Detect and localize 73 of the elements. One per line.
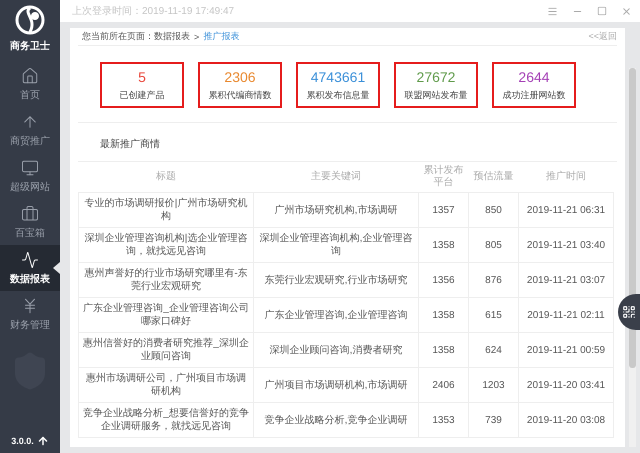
table-cell: 东莞行业宏观研究,行业市场研究 [254, 262, 418, 298]
column-header: 主要关键词 [254, 162, 418, 192]
stat-value: 5 [138, 68, 146, 84]
stat-value: 2644 [518, 68, 550, 84]
stat-label: 累积发布信息量 [306, 88, 370, 102]
table-cell: 624 [468, 332, 518, 368]
nav-icon [21, 158, 39, 176]
sidebar-item[interactable]: 数据报表 [0, 245, 60, 291]
scrollbar[interactable] [629, 68, 636, 447]
upgrade-icon[interactable] [36, 435, 49, 447]
sidebar-item[interactable]: 商贸推广 [0, 107, 60, 153]
table-cell: 2019-11-21 00:59 [518, 332, 614, 368]
table-cell: 惠州市场调研公司，广州项目市场调研机构 [78, 368, 254, 402]
table-cell: 2019-11-21 06:31 [518, 192, 614, 228]
sidebar-item[interactable]: 百宝箱 [0, 199, 60, 245]
stat-label: 联盟网站发布量 [404, 88, 468, 102]
table-cell: 2019-11-20 03:08 [518, 402, 614, 438]
back-link[interactable]: <<返回 [588, 30, 617, 43]
table-cell: 2406 [418, 368, 468, 402]
table-cell: 惠州信誉好的消费者研究推荐_深圳企业顾问咨询 [78, 332, 254, 368]
section-title: 最新推广商情 [78, 123, 617, 162]
table-cell: 竞争企业战略分析_想要信誉好的竞争企业调研服务，就找远见咨询 [78, 402, 254, 438]
table-cell: 1203 [468, 368, 518, 402]
stat-label: 已创建产品 [120, 88, 164, 102]
table-cell: 850 [468, 192, 518, 228]
column-header: 预估流量 [468, 162, 518, 192]
nav-icon [21, 250, 39, 268]
stat-value: 2306 [224, 68, 256, 84]
column-header: 推广时间 [518, 162, 614, 192]
table-cell: 1358 [418, 332, 468, 368]
table-cell: 615 [468, 298, 518, 332]
table-cell: 876 [468, 262, 518, 298]
table-cell: 深圳企业管理咨询机构|选企业管理咨询，就找远见咨询 [78, 228, 254, 262]
table-cell: 2019-11-21 03:40 [518, 228, 614, 262]
table-cell: 广东企业管理咨询_企业管理咨询公司哪家口碑好 [78, 298, 254, 332]
selection-pointer [53, 262, 60, 274]
table-cell: 竞争企业战略分析,竞争企业调研 [254, 402, 418, 438]
sidebar-item[interactable]: 首页 [0, 61, 60, 107]
last-login-text: 上次登录时间：2019-11-19 17:49:47 [72, 4, 236, 18]
nav-icon [21, 66, 39, 84]
breadcrumb-link[interactable]: 推广报表 [203, 30, 240, 43]
table-cell: 1353 [418, 402, 468, 438]
table-cell: 深圳企业管理咨询机构,企业管理咨询 [254, 228, 418, 262]
column-header: 累计发布平台 [418, 162, 468, 192]
stat-label: 累积代编商情数 [208, 88, 272, 102]
breadcrumb-separator: > [194, 32, 200, 42]
version-label: 3.0.0. [11, 436, 34, 446]
table-cell: 深圳企业顾问咨询,消费者研究 [254, 332, 418, 368]
table-cell: 2019-11-21 02:11 [518, 298, 614, 332]
sidebar-item[interactable]: 超级网站 [0, 153, 60, 199]
table-cell: 1357 [418, 192, 468, 228]
breadcrumb-text: 您当前所在页面：数据报表 [82, 30, 190, 43]
stat-label: 成功注册网站数 [502, 88, 566, 102]
table-cell: 惠州声誉好的行业市场研究哪里有-东莞行业宏观研究 [78, 262, 254, 298]
stat-value: 4743661 [310, 68, 366, 84]
table-cell: 2019-11-21 03:07 [518, 262, 614, 298]
table-cell: 805 [468, 228, 518, 262]
table-cell: 广州市场研究机构,市场调研 [254, 192, 418, 228]
table-cell: 专业的市场调研报价|广州市场研究机构 [78, 192, 254, 228]
table-cell: 2019-11-20 03:41 [518, 368, 614, 402]
nav-icon [21, 204, 39, 222]
table-cell: 1356 [418, 262, 468, 298]
stat-value: 27672 [416, 68, 456, 84]
column-header: 标题 [78, 162, 254, 192]
app-name: 商务卫士 [10, 39, 50, 53]
table-cell: 1358 [418, 298, 468, 332]
sidebar-item[interactable]: 财务管理 [0, 291, 60, 337]
logo-icon [15, 5, 45, 35]
table-cell: 广州项目市场调研机构,市场调研 [254, 368, 418, 402]
table-cell: 739 [468, 402, 518, 438]
table-cell: 广东企业管理咨询,企业管理咨询 [254, 298, 418, 332]
qr-code-icon [622, 305, 636, 319]
table-cell: 1358 [418, 228, 468, 262]
